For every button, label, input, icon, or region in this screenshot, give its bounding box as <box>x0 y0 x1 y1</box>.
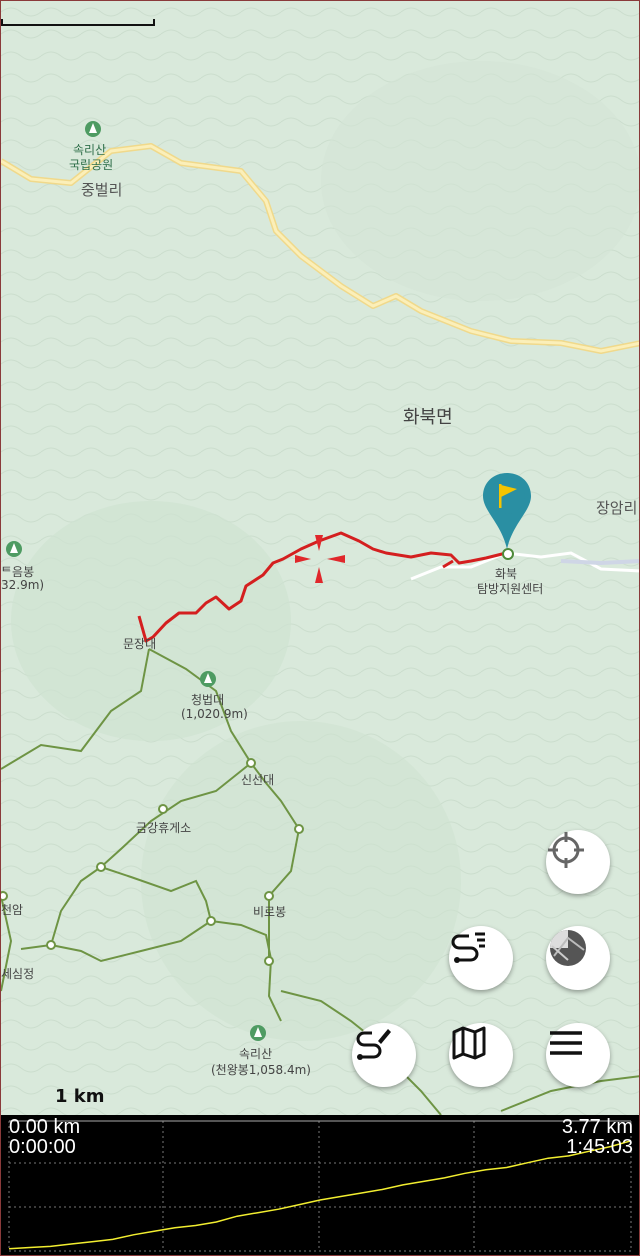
songnisan-label: 속리산 <box>239 1047 273 1061</box>
app-frame: 속리산 국립공원 중벌리 화북면 장암리 ᄐ음봉 32.9m) 문장대 청법대 … <box>0 0 640 1256</box>
birobong-label: 비로봉 <box>253 905 287 919</box>
elevation-chart <box>8 1120 632 1252</box>
park-label-2: 국립공원 <box>69 158 114 172</box>
crosshair-icon <box>548 832 584 868</box>
map-button[interactable] <box>449 1023 513 1087</box>
locate-button[interactable] <box>546 830 610 894</box>
start-time: 0:00:00 <box>9 1136 76 1158</box>
peak-left-alt: 32.9m) <box>1 578 45 592</box>
elevation-profile[interactable]: 0.00 km 0:00:00 3.77 km 1:45:03 <box>1 1115 639 1255</box>
sinseondae-label: 신선대 <box>241 773 275 787</box>
menu-button[interactable] <box>546 1023 610 1087</box>
left-small-label-2: 세심정 <box>1 967 35 981</box>
end-time: 1:45:03 <box>566 1136 633 1158</box>
start-distance: 0.00 km <box>9 1116 81 1138</box>
elevation-line <box>8 1140 632 1250</box>
flag-pin-icon[interactable] <box>481 471 533 551</box>
scale-label: 1 km <box>55 1086 105 1107</box>
route-list-icon <box>451 932 485 963</box>
end-distance: 3.77 km <box>561 1116 633 1138</box>
map-icon <box>452 1026 486 1060</box>
village-label: 중벌리 <box>81 181 123 199</box>
map-layers-button[interactable] <box>546 926 610 990</box>
draw-route-icon <box>356 1029 391 1060</box>
draw-route-button[interactable] <box>352 1023 416 1087</box>
hwabuk-label-2: 탐방지원센터 <box>477 582 544 596</box>
cheongbeopdae-alt: (1,020.9m) <box>181 707 248 721</box>
township-label: 화북면 <box>403 407 453 428</box>
left-small-label: 천암 <box>1 903 24 917</box>
geumgang-label: 금강휴게소 <box>136 821 192 835</box>
route-list-button[interactable] <box>449 926 513 990</box>
scale-bar <box>1 19 155 26</box>
menu-icon <box>550 1031 582 1055</box>
map-layers-icon <box>550 930 586 966</box>
village-right-label: 장암리 <box>596 499 638 517</box>
songnisan-alt: (천왕봉1,058.4m) <box>211 1063 311 1077</box>
munjangdae-label: 문장대 <box>123 637 157 651</box>
cheongbeopdae-label: 청법대 <box>191 693 225 707</box>
map-view[interactable]: 속리산 국립공원 중벌리 화북면 장암리 ᄐ음봉 32.9m) 문장대 청법대 … <box>1 1 639 1115</box>
